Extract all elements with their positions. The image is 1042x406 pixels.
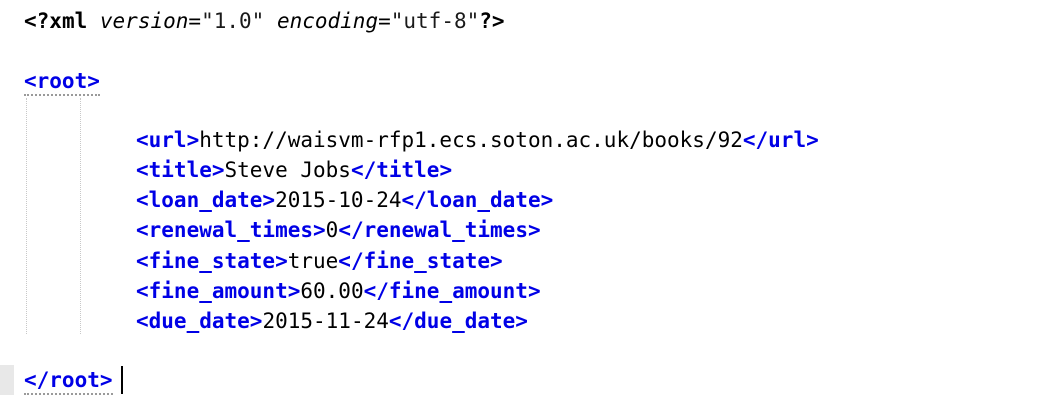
loan-date-open-tag: <loan_date>: [136, 188, 276, 212]
url-open-tag: <url>: [136, 128, 200, 152]
title-element-line: <title>Steve Jobs</title>: [136, 155, 452, 185]
loan-date-element-line: <loan_date>2015-10-24</loan_date>: [136, 185, 553, 215]
loan-date-close-tag: </loan_date>: [401, 188, 554, 212]
root-close-line: </root>: [24, 365, 113, 395]
xml-editor[interactable]: <?xml version="1.0" encoding="utf-8"?> <…: [0, 0, 1042, 406]
declaration-open: <?: [24, 9, 50, 33]
due-date-element-line: <due_date>2015-11-24</due_date>: [136, 306, 528, 336]
fine-state-element-line: <fine_state>true</fine_state>: [136, 246, 503, 276]
declaration-version-eq: =: [188, 9, 202, 33]
fine-state-value: true: [287, 249, 339, 273]
declaration-version-value: "1.0": [201, 9, 265, 33]
fine-state-open-tag: <fine_state>: [136, 249, 288, 273]
renewal-times-open-tag: <renewal_times>: [136, 218, 326, 242]
renewal-times-value: 0: [325, 218, 339, 242]
root-close-tag-gt: >: [99, 368, 113, 392]
root-close-tag-name: </root: [24, 368, 100, 392]
declaration-encoding-attr: encoding: [276, 9, 379, 33]
fine-amount-close-tag: </fine_amount>: [363, 279, 541, 303]
xml-declaration-line: <?xml version="1.0" encoding="utf-8"?>: [24, 6, 505, 36]
due-date-close-tag: </due_date>: [388, 309, 528, 333]
title-close-tag: </title>: [350, 158, 453, 182]
url-element-line: <url>http://waisvm-rfp1.ecs.soton.ac.uk/…: [136, 125, 819, 155]
declaration-encoding-value: "utf-8": [390, 9, 480, 33]
due-date-open-tag: <due_date>: [136, 309, 263, 333]
fine-amount-value: 60.00: [300, 279, 364, 303]
due-date-value: 2015-11-24: [262, 309, 389, 333]
current-line-marker: [0, 365, 14, 395]
declaration-encoding-eq: =: [378, 9, 391, 33]
declaration-close: ?>: [479, 9, 505, 33]
fine-state-close-tag: </fine_state>: [338, 249, 503, 273]
url-value: http://waisvm-rfp1.ecs.soton.ac.uk/books…: [199, 128, 743, 152]
indent-guide: [26, 98, 27, 334]
title-value: Steve Jobs: [224, 158, 351, 182]
title-open-tag: <title>: [136, 158, 225, 182]
loan-date-value: 2015-10-24: [275, 188, 402, 212]
root-open-line: <root>: [24, 66, 100, 96]
declaration-version-attr: version: [99, 9, 189, 33]
indent-guide: [80, 98, 81, 334]
declaration-name: xml: [49, 9, 88, 33]
url-close-tag: </url>: [742, 128, 819, 152]
renewal-times-element-line: <renewal_times>0</renewal_times>: [136, 215, 541, 245]
root-close-tag[interactable]: </root>: [24, 368, 113, 395]
root-open-tag[interactable]: <root>: [24, 69, 100, 96]
text-caret: [121, 366, 123, 394]
renewal-times-close-tag: </renewal_times>: [338, 218, 541, 242]
fine-amount-element-line: <fine_amount>60.00</fine_amount>: [136, 276, 541, 306]
fine-amount-open-tag: <fine_amount>: [136, 279, 301, 303]
